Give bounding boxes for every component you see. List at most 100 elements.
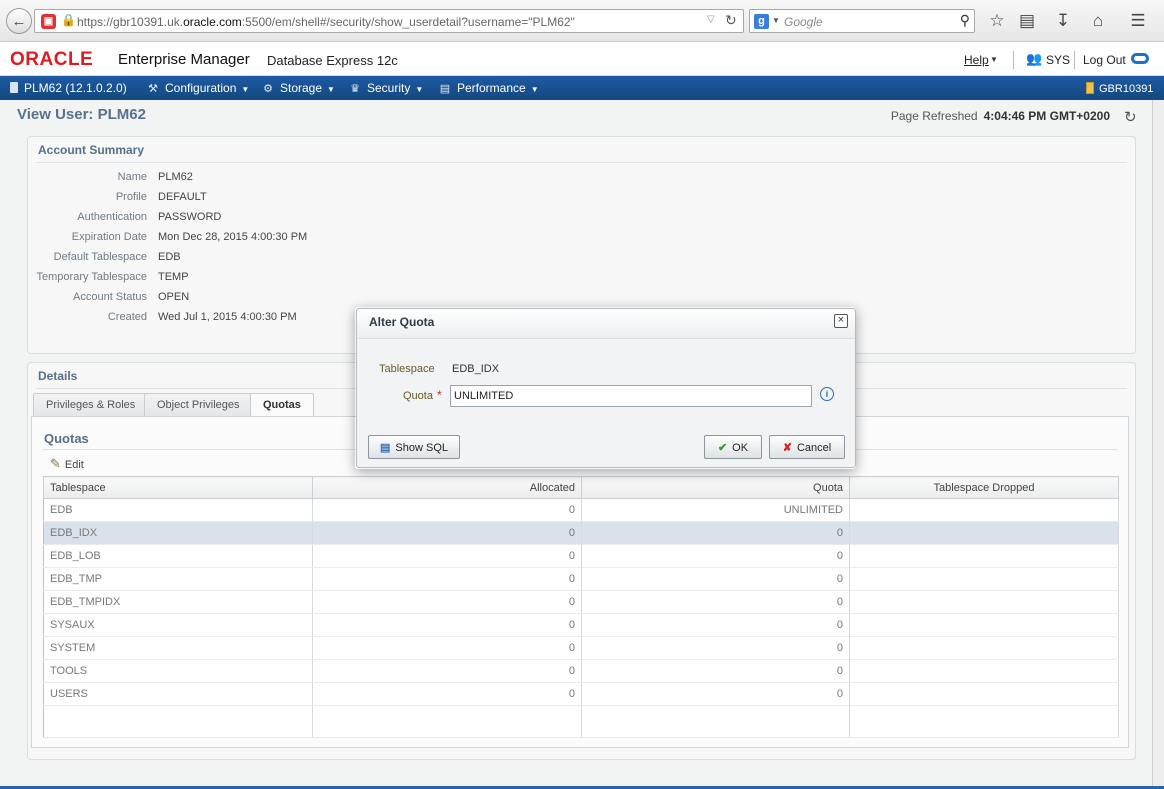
back-arrow-icon[interactable]: ← (6, 8, 32, 34)
help-caret-icon[interactable]: ▼ (990, 55, 998, 64)
quota-input[interactable] (450, 385, 812, 407)
quotas-table: Tablespace Allocated Quota Tablespace Dr… (43, 476, 1119, 738)
field-label-profile: Profile (115, 191, 147, 203)
nav-performance-label: Performance (457, 81, 526, 95)
cell-dropped (849, 590, 1119, 614)
tablespace-value: EDB_IDX (452, 363, 500, 375)
table-row[interactable]: EDB 0 UNLIMITED (43, 498, 1119, 522)
bookmarks-list-icon[interactable]: ▤ (1016, 10, 1038, 32)
nav-security-label: Security (367, 81, 411, 95)
download-icon[interactable]: ↧ (1052, 10, 1074, 32)
cell-quota: 0 (581, 613, 850, 637)
nav-database[interactable]: PLM62 (12.1.0.2.0) (10, 81, 127, 95)
tab-quotas[interactable]: Quotas (250, 393, 314, 418)
google-icon[interactable]: g (754, 14, 769, 29)
empty-cell (43, 705, 313, 738)
search-bar[interactable]: g ▼ Google ⚲ (749, 9, 975, 33)
nav-security[interactable]: ♛ Security ▼ (348, 81, 423, 95)
url-dropdown-icon[interactable]: ▽ (707, 14, 715, 25)
menu-icon[interactable]: ☰ (1127, 10, 1149, 32)
table-row[interactable]: SYSAUX 0 0 (43, 613, 1119, 637)
tab-object-privileges[interactable]: Object Privileges (144, 393, 253, 417)
logout-link[interactable]: Log Out (1083, 53, 1126, 67)
nav-configuration[interactable]: ⚒ Configuration ▼ (146, 81, 249, 95)
reload-icon[interactable]: ↻ (725, 12, 737, 29)
show-sql-label: Show SQL (395, 441, 448, 454)
cell-quota: UNLIMITED (581, 498, 850, 522)
cell-dropped (849, 682, 1119, 706)
table-row-selected[interactable]: EDB_IDX 0 0 (43, 521, 1119, 545)
vertical-scrollbar[interactable] (1152, 100, 1164, 786)
empty-cell (849, 705, 1119, 738)
cell-dropped (849, 521, 1119, 545)
cell-tablespace: EDB_TMPIDX (43, 590, 313, 614)
edit-button[interactable]: ✎ Edit (50, 456, 84, 472)
field-value-expiration-date: Mon Dec 28, 2015 4:00:30 PM (158, 231, 308, 243)
tab-privileges-roles[interactable]: Privileges & Roles (33, 393, 149, 417)
user-name: SYS (1046, 53, 1071, 67)
cell-dropped (849, 498, 1119, 522)
empty-cell (581, 705, 850, 738)
quota-label: Quota * (403, 388, 442, 402)
help-menu[interactable]: Help (964, 53, 989, 67)
empty-cell (312, 705, 582, 738)
field-value-name: PLM62 (158, 171, 193, 183)
edit-label: Edit (64, 459, 84, 471)
ok-button[interactable]: ✔ OK (704, 435, 762, 459)
chevron-down-icon: ▼ (530, 85, 539, 94)
address-bar[interactable]: ▣ 🔒 https://gbr10391.uk.oracle.com:5500/… (34, 9, 744, 33)
product-name: Enterprise Manager (118, 51, 250, 68)
cell-quota: 0 (581, 544, 850, 568)
show-sql-button[interactable]: ▤ Show SQL (368, 435, 460, 459)
required-asterisk-icon: * (436, 388, 442, 402)
alter-quota-dialog: Alter Quota × Tablespace EDB_IDX Quota * … (356, 308, 856, 468)
cell-tablespace: SYSAUX (43, 613, 313, 637)
table-row[interactable]: EDB_TMPIDX 0 0 (43, 590, 1119, 614)
field-value-created: Wed Jul 1, 2015 4:00:30 PM (158, 311, 297, 323)
browser-toolbar: ← ▣ 🔒 https://gbr10391.uk.oracle.com:550… (0, 0, 1164, 42)
column-header-tablespace[interactable]: Tablespace (43, 476, 313, 499)
addon-icon[interactable]: ▣ (41, 14, 56, 29)
chevron-down-icon: ▼ (327, 85, 335, 94)
nav-host[interactable]: GBR10391 (1086, 81, 1153, 95)
search-icon[interactable]: ⚲ (960, 12, 970, 29)
nav-storage-label: Storage (280, 81, 323, 95)
cell-tablespace: EDB_LOB (43, 544, 313, 568)
refresh-icon[interactable]: ↻ (1124, 108, 1137, 126)
column-header-tablespace-dropped[interactable]: Tablespace Dropped (849, 476, 1119, 499)
cancel-button[interactable]: ✘ Cancel (769, 435, 845, 459)
field-label-account-status: Account Status (73, 291, 147, 303)
cell-allocated: 0 (312, 567, 582, 591)
nav-performance[interactable]: ▤ Performance ▼ (438, 81, 539, 95)
cell-tablespace: USERS (43, 682, 313, 706)
nav-database-label: PLM62 (12.1.0.2.0) (24, 81, 127, 95)
checkmark-icon: ✔ (717, 441, 728, 454)
close-icon[interactable]: × (834, 314, 848, 328)
cell-tablespace: EDB_TMP (43, 567, 313, 591)
column-header-quota[interactable]: Quota (581, 476, 850, 499)
column-header-allocated[interactable]: Allocated (312, 476, 582, 499)
table-row[interactable]: EDB_TMP 0 0 (43, 567, 1119, 591)
table-row[interactable]: SYSTEM 0 0 (43, 636, 1119, 660)
cell-allocated: 0 (312, 544, 582, 568)
url-text[interactable]: https://gbr10391.uk.oracle.com:5500/em/s… (77, 15, 575, 29)
nav-storage[interactable]: ⚙ Storage ▼ (261, 81, 335, 95)
info-icon[interactable]: i (820, 387, 834, 401)
field-value-account-status: OPEN (158, 291, 190, 303)
table-row[interactable]: EDB_LOB 0 0 (43, 544, 1119, 568)
search-placeholder: Google (784, 15, 823, 29)
cell-allocated: 0 (312, 613, 582, 637)
page-refreshed: Page Refreshed 4:04:46 PM GMT+0200 (891, 109, 1110, 123)
table-row[interactable]: USERS 0 0 (43, 682, 1119, 706)
lock-icon[interactable]: 🔒 (61, 13, 76, 27)
field-label-created: Created (107, 311, 147, 323)
home-icon[interactable]: ⌂ (1087, 10, 1109, 32)
table-row[interactable]: TOOLS 0 0 (43, 659, 1119, 683)
search-engine-caret-icon[interactable]: ▼ (772, 16, 780, 25)
field-label-default-tablespace: Default Tablespace (53, 251, 147, 263)
chevron-down-icon: ▼ (241, 85, 250, 94)
storage-icon: ⚙ (263, 83, 273, 95)
bookmark-star-icon[interactable]: ☆ (986, 10, 1008, 32)
table-header-row: Tablespace Allocated Quota Tablespace Dr… (43, 476, 1119, 499)
nav-configuration-label: Configuration (165, 81, 237, 95)
